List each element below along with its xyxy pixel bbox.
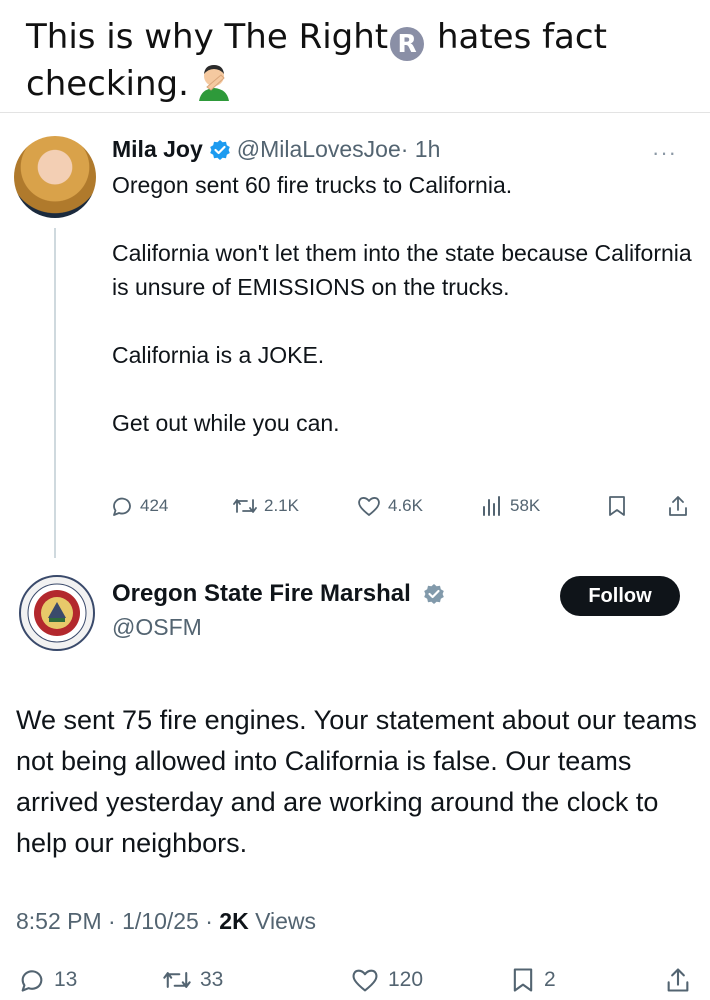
registered-icon: R xyxy=(390,27,425,61)
verified-badge-icon xyxy=(209,138,231,168)
views-count: 58K xyxy=(510,496,541,515)
reply-like-button[interactable]: 120 xyxy=(350,966,423,994)
reply-repost-button[interactable]: 33 xyxy=(162,966,223,994)
avatar-osfm-seal[interactable] xyxy=(18,574,96,652)
follow-button[interactable]: Follow xyxy=(560,576,680,616)
repost-button[interactable]: 2.1K xyxy=(232,494,299,518)
reply-action-bar: 13 33 120 2 xyxy=(16,966,696,1000)
reply-author-name-text[interactable]: Oregon State Fire Marshal xyxy=(112,580,411,607)
reply-reply-count: 13 xyxy=(54,968,78,991)
author-handle[interactable]: @MilaLovesJoe xyxy=(237,136,401,162)
share-icon xyxy=(669,496,687,516)
like-count: 4.6K xyxy=(388,496,423,515)
reply-like-count: 120 xyxy=(388,968,424,991)
tweet-paragraph: California is a JOKE. xyxy=(112,342,325,368)
caption-line2: checking. xyxy=(26,64,189,104)
caption-line1-post: hates fact xyxy=(436,17,607,57)
share-icon xyxy=(667,968,689,992)
reply-views-count: 2K xyxy=(219,908,249,934)
repost-icon xyxy=(163,972,191,988)
post-caption: This is why The Right R hates fact checki… xyxy=(26,14,696,113)
share-button[interactable] xyxy=(666,494,696,518)
reply-icon xyxy=(21,970,43,992)
reply-button[interactable]: 424 xyxy=(110,494,168,518)
tweet-paragraph: Oregon sent 60 fire trucks to California… xyxy=(112,172,513,198)
more-options-icon[interactable]: ··· xyxy=(652,140,677,166)
reply-timestamp[interactable]: 8:52 PM · 1/10/25 · xyxy=(16,908,219,934)
tweet-text: Oregon sent 60 fire trucks to California… xyxy=(112,168,702,440)
tweet-header: Mila Joy @MilaLovesJoe· 1h xyxy=(112,134,440,168)
avatar-mila-joy[interactable] xyxy=(14,136,96,218)
bookmark-icon xyxy=(513,968,533,992)
reply-share-button[interactable] xyxy=(664,966,700,994)
tweet-paragraph: California won't let them into the state… xyxy=(112,240,692,300)
caption-line1-pre: This is why The Right xyxy=(26,17,389,57)
divider xyxy=(0,112,710,113)
repost-count: 2.1K xyxy=(264,496,299,515)
views-icon xyxy=(483,496,500,516)
reply-views-label: Views xyxy=(248,908,317,934)
reply-author-name: Oregon State Fire Marshal xyxy=(112,578,451,614)
reply-count: 424 xyxy=(140,496,169,515)
repost-icon xyxy=(233,499,257,513)
reply-bookmark-count: 2 xyxy=(544,968,556,991)
heart-icon xyxy=(358,497,380,516)
reply-text: We sent 75 fire engines. Your statement … xyxy=(16,705,697,858)
bookmark-icon xyxy=(609,496,625,516)
tweet-paragraph: Get out while you can. xyxy=(112,410,340,436)
reply-repost-count: 33 xyxy=(200,968,224,991)
government-badge-icon xyxy=(423,582,445,614)
tweet-action-bar: 424 2.1K 4.6K 58K xyxy=(110,494,700,526)
person-facepalming-icon xyxy=(195,61,233,113)
reply-reply-button[interactable]: 13 xyxy=(18,966,77,994)
thread-line xyxy=(54,228,56,558)
bookmark-button[interactable] xyxy=(606,494,634,518)
reply-bookmark-button[interactable]: 2 xyxy=(510,966,556,994)
views-button[interactable]: 58K xyxy=(480,494,540,518)
reply-meta: 8:52 PM · 1/10/25 · 2K Views xyxy=(16,908,316,935)
author-name[interactable]: Mila Joy xyxy=(112,136,203,162)
heart-icon xyxy=(352,969,378,992)
reply-author-handle[interactable]: @OSFM xyxy=(112,612,202,642)
tweet-time: · 1h xyxy=(400,136,441,162)
reply-icon xyxy=(113,497,131,516)
like-button[interactable]: 4.6K xyxy=(356,494,423,518)
